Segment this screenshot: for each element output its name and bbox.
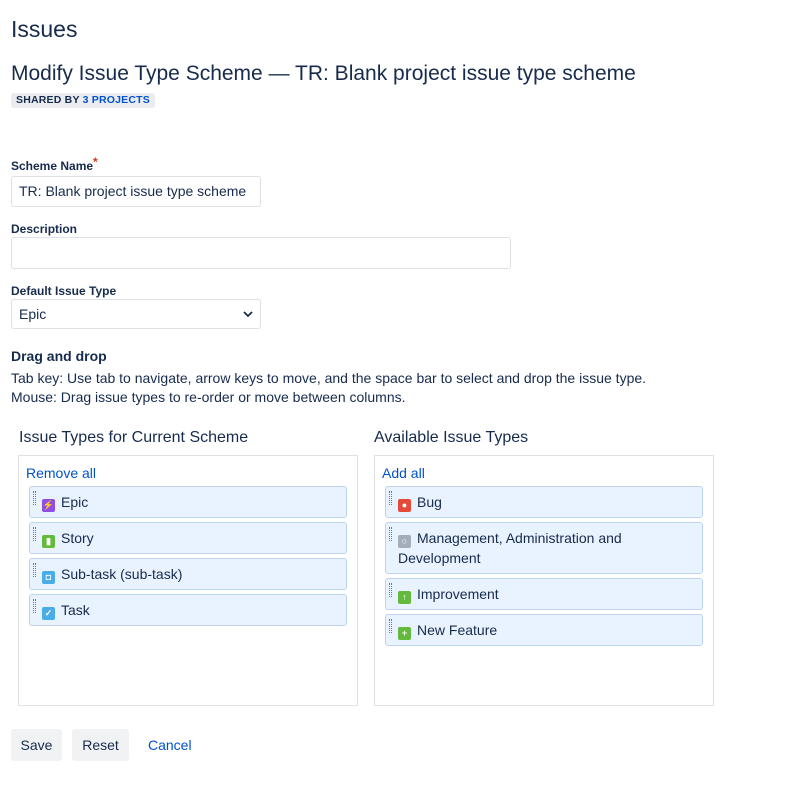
new-feature-icon: + [398,627,411,640]
current-types-list[interactable]: Remove all ⚡ Epic ▮ Story ◘ Sub-task (sub-tas… [18,455,358,706]
issue-type-item[interactable]: ↑ Improvement [385,578,703,610]
drag-handle[interactable] [389,491,392,505]
help-keyboard: Tab key: Use tab to navigate, arrow keys… [11,370,647,386]
description-input[interactable] [11,237,511,269]
default-issue-type-select[interactable]: Epic [11,299,261,329]
issue-type-label: Management, Administration and Developme… [398,530,622,566]
issue-type-label: Task [61,602,90,618]
remove-all-link[interactable]: Remove all [26,465,96,481]
help-mouse: Mouse: Drag issue types to re-order or m… [11,389,406,405]
shared-badge: SHARED BY 3 PROJECTS [11,93,155,108]
drag-handle[interactable] [33,599,36,613]
scheme-heading: Modify Issue Type Scheme — TR: Blank pro… [11,62,636,85]
page-title: Issues [11,16,78,42]
reset-button[interactable]: Reset [72,729,129,761]
generic-icon: ○ [398,535,411,548]
badge-prefix: SHARED BY [16,94,80,106]
improvement-icon: ↑ [398,591,411,604]
issue-type-item[interactable]: ⚡ Epic [29,486,347,518]
drag-handle[interactable] [389,619,392,633]
current-types-heading: Issue Types for Current Scheme [19,429,249,446]
drag-handle[interactable] [33,563,36,577]
issue-type-item[interactable]: ✓ Task [29,594,347,626]
issue-type-item[interactable]: ● Bug [385,486,703,518]
task-icon: ✓ [42,607,55,620]
projects-link[interactable]: 3 PROJECTS [83,94,150,106]
description-label: Description [11,222,78,236]
help-title: Drag and drop [11,348,107,364]
required-mark: * [93,155,98,169]
subtask-icon: ◘ [42,571,55,584]
issue-type-label: Improvement [417,586,499,602]
story-icon: ▮ [42,535,55,548]
issue-type-item[interactable]: ▮ Story [29,522,347,554]
save-button[interactable]: Save [11,729,62,761]
issue-type-label: New Feature [417,622,498,638]
add-all-link[interactable]: Add all [382,465,425,481]
issue-type-label: Epic [61,494,89,510]
issue-type-item[interactable]: ○ Management, Administration and Developm… [385,522,703,574]
epic-icon: ⚡ [42,499,55,512]
issue-type-item[interactable]: + New Feature [385,614,703,646]
selected-value: Epic [19,305,47,322]
scheme-name-label: Scheme Name* [11,155,98,173]
chevron-down-icon [243,310,253,317]
drag-handle[interactable] [33,527,36,541]
drag-handle[interactable] [389,583,392,597]
issue-type-label: Story [61,530,94,546]
drag-handle[interactable] [389,527,392,541]
issue-type-label: Sub-task (sub-task) [61,566,183,582]
available-types-list[interactable]: Add all ● Bug ○ Management, Administration … [374,455,714,706]
available-types-heading: Available Issue Types [374,429,529,446]
bug-icon: ● [398,499,411,512]
scheme-name-input[interactable]: TR: Blank project issue type scheme [11,176,261,207]
issue-type-item[interactable]: ◘ Sub-task (sub-task) [29,558,347,590]
default-issue-type-label: Default Issue Type [11,284,117,298]
cancel-link[interactable]: Cancel [148,737,192,753]
drag-handle[interactable] [33,491,36,505]
issue-type-label: Bug [417,494,442,510]
